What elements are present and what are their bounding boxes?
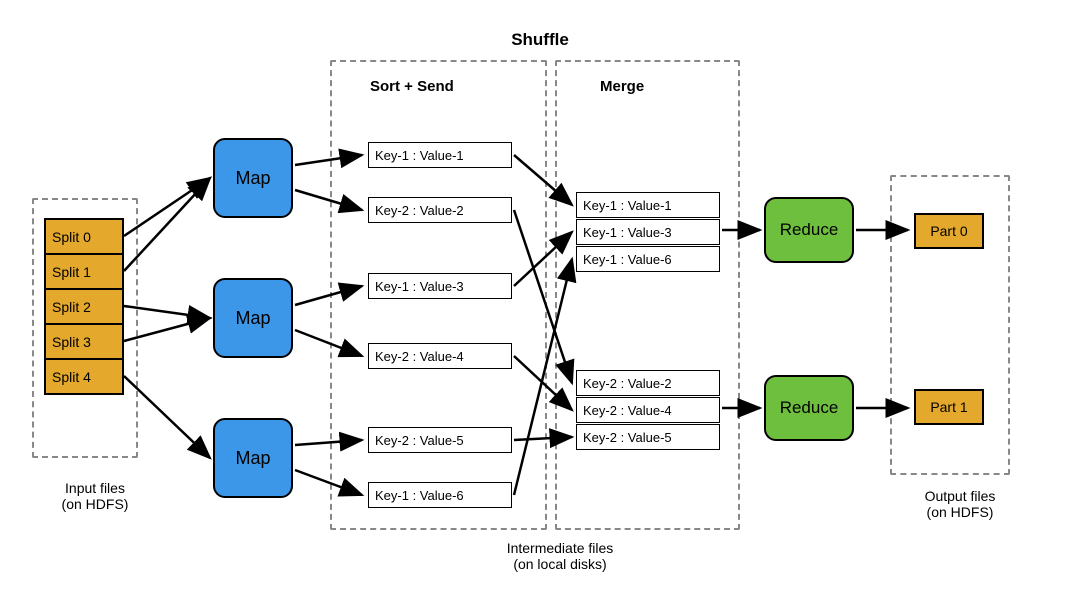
kv-sort-4: Key-2 : Value-4 bbox=[368, 343, 512, 369]
kv-merge-2-2: Key-2 : Value-4 bbox=[576, 397, 720, 423]
output-caption-2: (on HDFS) bbox=[927, 504, 994, 520]
output-caption-1: Output files bbox=[925, 488, 996, 504]
part-1: Part 1 bbox=[914, 389, 984, 425]
kv-merge-2-3: Key-2 : Value-5 bbox=[576, 424, 720, 450]
kv-merge-1-2: Key-1 : Value-3 bbox=[576, 219, 720, 245]
sort-send-title: Sort + Send bbox=[370, 78, 454, 95]
splits-table: Split 0 Split 1 Split 2 Split 3 Split 4 bbox=[44, 218, 124, 395]
split-cell: Split 0 bbox=[45, 219, 123, 254]
merge-title: Merge bbox=[600, 78, 644, 95]
kv-sort-5: Key-2 : Value-5 bbox=[368, 427, 512, 453]
kv-merge-1-1: Key-1 : Value-1 bbox=[576, 192, 720, 218]
reduce-box-2: Reduce bbox=[764, 375, 854, 441]
intermediate-caption: Intermediate files (on local disks) bbox=[470, 540, 650, 572]
part-0: Part 0 bbox=[914, 213, 984, 249]
input-caption-1: Input files bbox=[65, 480, 125, 496]
kv-merge-2-1: Key-2 : Value-2 bbox=[576, 370, 720, 396]
split-cell: Split 3 bbox=[45, 324, 123, 359]
map-box-3: Map bbox=[213, 418, 293, 498]
split-cell: Split 2 bbox=[45, 289, 123, 324]
kv-sort-2: Key-2 : Value-2 bbox=[368, 197, 512, 223]
map-box-1: Map bbox=[213, 138, 293, 218]
split-cell: Split 1 bbox=[45, 254, 123, 289]
intermediate-caption-1: Intermediate files bbox=[507, 540, 614, 556]
intermediate-caption-2: (on local disks) bbox=[513, 556, 606, 572]
merge-container bbox=[555, 60, 740, 530]
map-box-2: Map bbox=[213, 278, 293, 358]
kv-merge-1-3: Key-1 : Value-6 bbox=[576, 246, 720, 272]
kv-sort-6: Key-1 : Value-6 bbox=[368, 482, 512, 508]
reduce-box-1: Reduce bbox=[764, 197, 854, 263]
output-caption: Output files (on HDFS) bbox=[910, 488, 1010, 520]
input-caption-2: (on HDFS) bbox=[62, 496, 129, 512]
shuffle-title: Shuffle bbox=[490, 30, 590, 50]
kv-sort-3: Key-1 : Value-3 bbox=[368, 273, 512, 299]
split-cell: Split 4 bbox=[45, 359, 123, 394]
input-caption: Input files (on HDFS) bbox=[45, 480, 145, 512]
kv-sort-1: Key-1 : Value-1 bbox=[368, 142, 512, 168]
